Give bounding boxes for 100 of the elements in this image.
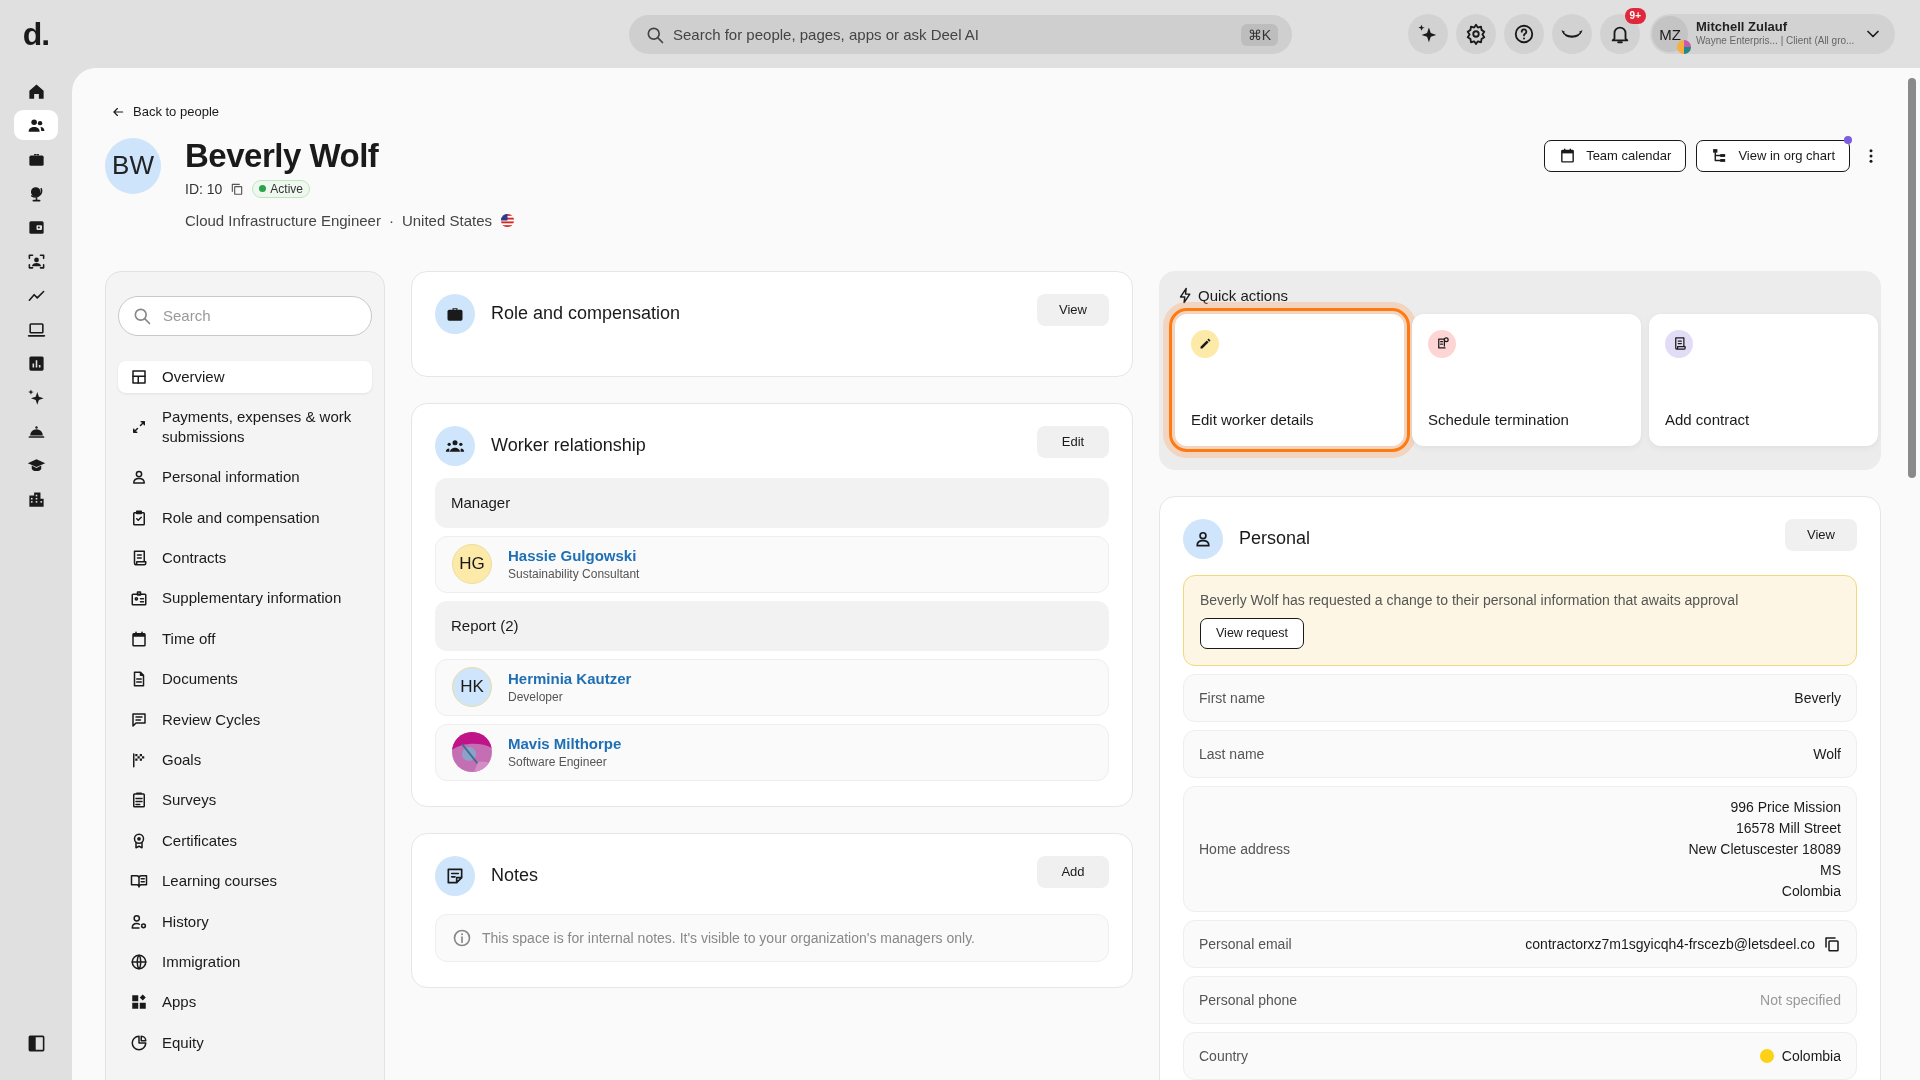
field-value: contractorxz7m1sgyicqh4-frscezb@letsdeel.co bbox=[1525, 935, 1815, 952]
outline-button[interactable]: View in org chart bbox=[1696, 139, 1850, 172]
field-value: New Cletuscester 18089 bbox=[1688, 840, 1841, 857]
worker-id: ID: 10 bbox=[185, 180, 223, 197]
menu-item[interactable]: Surveys bbox=[118, 784, 372, 817]
apps-icon bbox=[130, 993, 148, 1012]
avatar: HG bbox=[452, 544, 492, 584]
info-text: This space is for internal notes. It's visible to your organization's managers only. bbox=[482, 929, 975, 946]
menu-item[interactable]: Equity bbox=[118, 1026, 372, 1059]
field-value: Colombia bbox=[1781, 1047, 1841, 1064]
menu-item[interactable]: Review Cycles bbox=[118, 703, 372, 736]
person-link[interactable]: Herminia Kautzer bbox=[508, 670, 632, 687]
clipboard-check-icon bbox=[130, 508, 148, 527]
company-logo-icon bbox=[1677, 40, 1691, 54]
calendar-icon bbox=[1559, 147, 1577, 164]
menu-item[interactable]: Supplementary information bbox=[118, 582, 372, 615]
card-button[interactable]: View bbox=[1785, 518, 1857, 551]
home-icon[interactable] bbox=[26, 81, 46, 101]
person-link[interactable]: Mavis Milthorpe bbox=[508, 735, 622, 752]
user-name: Mitchell Zulauf bbox=[1696, 20, 1788, 34]
logo[interactable]: d. bbox=[0, 18, 72, 50]
person-role: Developer bbox=[508, 690, 564, 704]
field-label: Last name bbox=[1199, 745, 1265, 762]
person-role: Sustainability Consultant bbox=[508, 567, 640, 581]
field-value: 996 Price Mission bbox=[1730, 798, 1841, 815]
card-title: Personal bbox=[1239, 528, 1312, 549]
card-button[interactable]: Edit bbox=[1037, 425, 1109, 458]
menu-item[interactable]: Goals bbox=[118, 744, 372, 776]
globe-icon bbox=[130, 952, 148, 971]
status-badge: Active bbox=[252, 179, 311, 198]
info-icon bbox=[452, 927, 472, 948]
action-card[interactable]: Add contract bbox=[1649, 313, 1878, 446]
bar-chart-icon[interactable] bbox=[26, 353, 46, 373]
menu-item[interactable]: Overview bbox=[118, 360, 372, 393]
action-card[interactable]: Schedule termination bbox=[1412, 313, 1641, 446]
us-flag-icon bbox=[500, 212, 515, 228]
field-value: Colombia bbox=[1781, 882, 1841, 899]
menu-item[interactable]: Certificates bbox=[118, 824, 372, 857]
avatar: BW bbox=[105, 137, 161, 194]
layout-icon bbox=[130, 367, 148, 386]
outline-button[interactable]: View request bbox=[1200, 617, 1305, 649]
field-value: Not specified bbox=[1760, 991, 1841, 1008]
calendar-icon bbox=[130, 629, 148, 648]
field-value: Beverly bbox=[1794, 689, 1841, 706]
field-value: 16578 Mill Street bbox=[1735, 819, 1841, 836]
copy-icon[interactable] bbox=[1823, 934, 1841, 953]
section-title: Quick actions bbox=[1198, 286, 1289, 304]
field-value: Wolf bbox=[1813, 745, 1841, 762]
menu-item[interactable]: Learning courses bbox=[118, 865, 372, 898]
field-label: Personal email bbox=[1199, 935, 1292, 952]
back-link[interactable]: Back to people bbox=[111, 104, 219, 119]
help-icon bbox=[1513, 23, 1535, 45]
field-label: Country bbox=[1199, 1047, 1249, 1064]
buildings-icon[interactable] bbox=[26, 489, 46, 509]
book-icon bbox=[130, 872, 148, 891]
field-label: Personal phone bbox=[1199, 991, 1298, 1008]
settings-button[interactable] bbox=[1456, 14, 1496, 54]
avatar-initials: MZ bbox=[1659, 25, 1681, 43]
menu-item[interactable]: Payments, expenses & work submissions bbox=[118, 400, 372, 453]
person-scan-icon[interactable] bbox=[26, 251, 46, 271]
card-button[interactable]: Add bbox=[1037, 855, 1109, 888]
colombia-flag-icon bbox=[1759, 1048, 1774, 1063]
field-value: MS bbox=[1820, 861, 1841, 878]
clipboard-list-icon bbox=[130, 791, 148, 810]
field-label: Home address bbox=[1199, 840, 1291, 857]
id-badge-icon bbox=[130, 589, 148, 608]
menu-item[interactable]: Immigration bbox=[118, 945, 372, 978]
separator: · bbox=[388, 211, 394, 229]
menu-item[interactable]: Time off bbox=[118, 622, 372, 655]
chat-icon bbox=[130, 710, 148, 729]
settings-icon bbox=[1465, 23, 1487, 45]
outline-button[interactable]: Team calendar bbox=[1544, 139, 1687, 172]
sparkle-button[interactable] bbox=[1408, 14, 1448, 54]
menu-item[interactable]: History bbox=[118, 905, 372, 938]
help-button[interactable] bbox=[1504, 14, 1544, 54]
user-organization: Wayne Enterpris... | Client (All gro... bbox=[1696, 34, 1856, 48]
menu-item[interactable]: Apps bbox=[118, 986, 372, 1019]
alert-text: Beverly Wolf has requested a change to their personal information that awaits approval bbox=[1200, 591, 1739, 608]
person-link[interactable]: Hassie Gulgowski bbox=[508, 547, 640, 564]
person-gear-icon bbox=[130, 912, 148, 931]
field-label: First name bbox=[1199, 689, 1266, 706]
section-header: Manager bbox=[435, 477, 1109, 528]
menu-item[interactable]: Personal information bbox=[118, 461, 372, 494]
country-name: United States bbox=[401, 211, 492, 229]
section-header: Report (2) bbox=[435, 600, 1109, 651]
account-menu[interactable]: MZ Mitchell Zulauf Wayne Enterpris... | Client (All gro... bbox=[1650, 14, 1895, 54]
sidebar-toggle-icon[interactable] bbox=[26, 1034, 46, 1053]
menu-item[interactable]: Contracts bbox=[118, 542, 372, 575]
copy-icon[interactable] bbox=[230, 181, 245, 196]
card-title: Notes bbox=[491, 865, 540, 886]
person-role: Software Engineer bbox=[508, 755, 608, 769]
card-button[interactable]: View bbox=[1037, 293, 1109, 326]
person-icon bbox=[130, 468, 148, 487]
card-title: Role and compensation bbox=[491, 303, 682, 324]
avatar: HK bbox=[452, 667, 492, 707]
menu-item[interactable]: Role and compensation bbox=[118, 501, 372, 534]
card-title: Worker relationship bbox=[491, 435, 647, 456]
search-field[interactable]: Search bbox=[118, 295, 372, 336]
sparkle-icon[interactable] bbox=[26, 387, 46, 407]
menu-item[interactable]: Documents bbox=[118, 663, 372, 696]
